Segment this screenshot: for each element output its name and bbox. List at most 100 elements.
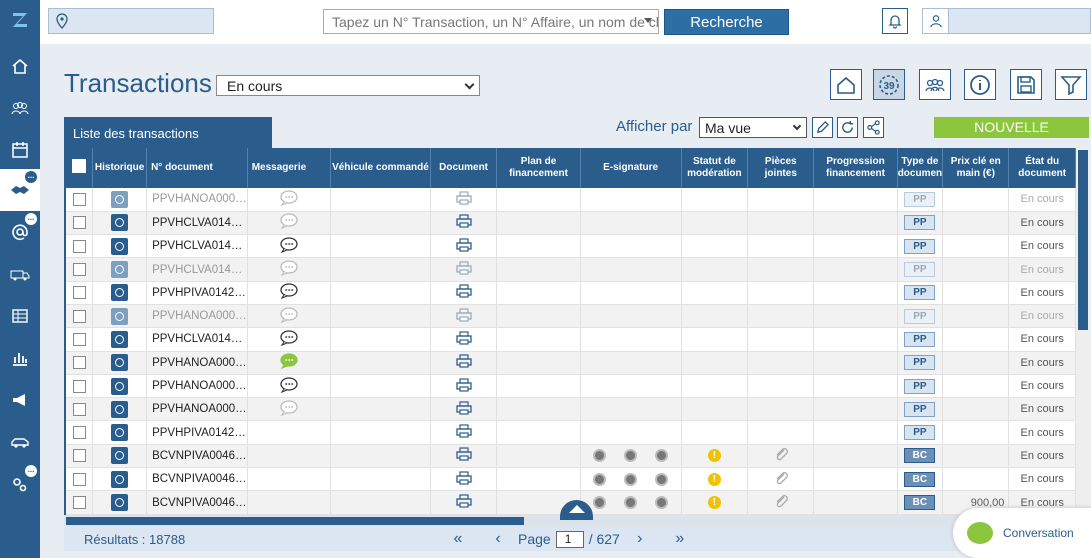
message-bubble-icon[interactable] (279, 400, 299, 416)
sidebar-item-team[interactable] (0, 87, 40, 129)
printer-icon[interactable] (455, 238, 472, 252)
message-bubble-icon[interactable] (279, 190, 299, 207)
table-row[interactable]: PPVHCLVA014… PP En cours (66, 327, 1076, 352)
document-number[interactable]: PPVHPIVA0142… (146, 281, 248, 305)
document-cell[interactable] (430, 327, 498, 352)
attachments-cell[interactable] (747, 490, 815, 515)
printer-icon[interactable] (455, 401, 472, 415)
document-number[interactable]: PPVHANOA000… (146, 374, 248, 399)
document-cell[interactable] (430, 420, 498, 445)
column-header[interactable]: Messagerie (247, 148, 332, 188)
printer-icon[interactable] (455, 354, 472, 368)
document-cell[interactable] (430, 257, 498, 282)
history-icon[interactable] (111, 447, 129, 465)
history-icon[interactable] (111, 354, 129, 372)
messaging-cell[interactable] (247, 234, 332, 259)
attachments-cell[interactable] (747, 304, 815, 329)
contacts-button[interactable] (919, 69, 951, 100)
row-select-cell[interactable] (66, 467, 94, 492)
history-cell[interactable] (92, 211, 148, 236)
row-select-cell[interactable] (66, 374, 94, 399)
sidebar-item-deals[interactable]: ... (0, 169, 40, 211)
location-selector[interactable] (48, 8, 214, 34)
document-cell[interactable] (430, 374, 498, 399)
history-cell[interactable] (92, 327, 148, 352)
printer-icon[interactable] (455, 424, 472, 438)
table-row[interactable]: PPVHCLVA014… PP En cours (66, 234, 1076, 259)
column-header[interactable]: État du document (1008, 148, 1076, 188)
attachments-cell[interactable] (747, 257, 815, 282)
table-row[interactable]: PPVHCLVA014… PP En cours (66, 211, 1076, 236)
message-bubble-icon[interactable] (279, 330, 299, 347)
first-page-button[interactable]: « (438, 530, 478, 548)
row-checkbox[interactable] (72, 216, 86, 230)
horizontal-scroll-thumb[interactable] (66, 517, 524, 525)
column-header[interactable]: E-signature (580, 148, 682, 188)
history-cell[interactable] (92, 257, 148, 282)
printer-icon[interactable] (455, 261, 472, 275)
select-all-header[interactable] (66, 148, 94, 188)
printer-icon[interactable] (455, 331, 472, 345)
search-input[interactable]: Tapez un N° Transaction, un N° Affaire, … (323, 9, 659, 34)
history-icon[interactable] (111, 307, 129, 325)
history-cell[interactable] (92, 188, 148, 212)
history-icon[interactable] (111, 237, 129, 255)
row-checkbox[interactable] (72, 449, 86, 463)
attachments-cell[interactable] (747, 351, 815, 375)
status-filter-select[interactable]: En cours (216, 75, 480, 96)
document-number[interactable]: PPVHCLVA014… (146, 211, 248, 236)
history-cell[interactable] (92, 467, 148, 492)
row-select-cell[interactable] (66, 304, 94, 329)
row-select-cell[interactable] (66, 444, 94, 469)
document-number[interactable]: BCVNPIVA0046… (146, 444, 248, 469)
history-cell[interactable] (92, 351, 148, 375)
reset-view-button[interactable] (837, 117, 858, 138)
document-cell[interactable] (430, 188, 498, 212)
document-number[interactable]: PPVHANOA000… (146, 188, 248, 212)
sidebar-item-settings[interactable]: ... (0, 463, 40, 505)
view-select[interactable]: Ma vue (699, 117, 807, 138)
messaging-cell[interactable] (247, 188, 332, 212)
sidebar-item-home[interactable] (0, 45, 40, 87)
attachments-cell[interactable] (747, 420, 815, 445)
alerts-button[interactable]: 39 (873, 69, 905, 100)
search-dropdown-icon[interactable] (644, 18, 652, 23)
app-logo[interactable] (0, 0, 40, 40)
vertical-scroll-thumb[interactable] (1078, 150, 1088, 330)
row-checkbox[interactable] (72, 239, 86, 253)
prev-page-button[interactable]: ‹ (478, 530, 518, 548)
row-select-cell[interactable] (66, 351, 94, 375)
column-header[interactable]: Véhicule commandé (330, 148, 431, 188)
history-icon[interactable] (111, 261, 129, 279)
row-checkbox[interactable] (72, 379, 86, 393)
history-cell[interactable] (92, 304, 148, 329)
paperclip-icon[interactable] (773, 494, 789, 508)
document-number[interactable]: PPVHANOA000… (146, 397, 248, 422)
edit-view-button[interactable] (812, 117, 833, 138)
message-bubble-icon[interactable] (279, 260, 299, 277)
new-transaction-button[interactable]: NOUVELLE (934, 117, 1089, 138)
document-cell[interactable] (430, 234, 498, 259)
document-number[interactable]: BCVNPIVA0046… (146, 467, 248, 492)
message-bubble-icon[interactable] (279, 237, 299, 253)
document-cell[interactable] (430, 351, 498, 375)
page-input[interactable]: 1 (555, 530, 584, 548)
conversation-button[interactable]: Conversation (953, 508, 1091, 558)
table-row[interactable]: BCVNPIVA0046…! BC En cours (66, 444, 1076, 469)
row-select-cell[interactable] (66, 420, 94, 445)
paperclip-icon[interactable] (773, 471, 789, 485)
messaging-cell[interactable] (247, 304, 332, 329)
row-checkbox[interactable] (72, 496, 86, 509)
attachments-cell[interactable] (747, 444, 815, 469)
document-cell[interactable] (430, 304, 498, 329)
messaging-cell[interactable] (247, 211, 332, 236)
document-number[interactable]: BCVNPIVA0046… (146, 490, 248, 515)
history-cell[interactable] (92, 374, 148, 399)
printer-icon[interactable] (455, 447, 472, 462)
row-checkbox[interactable] (72, 192, 86, 206)
select-all-checkbox[interactable] (72, 159, 87, 173)
tab-transactions-list[interactable]: Liste des transactions (64, 117, 272, 148)
printer-icon[interactable] (455, 377, 472, 392)
messaging-cell[interactable] (247, 351, 332, 375)
document-cell[interactable] (430, 467, 498, 492)
